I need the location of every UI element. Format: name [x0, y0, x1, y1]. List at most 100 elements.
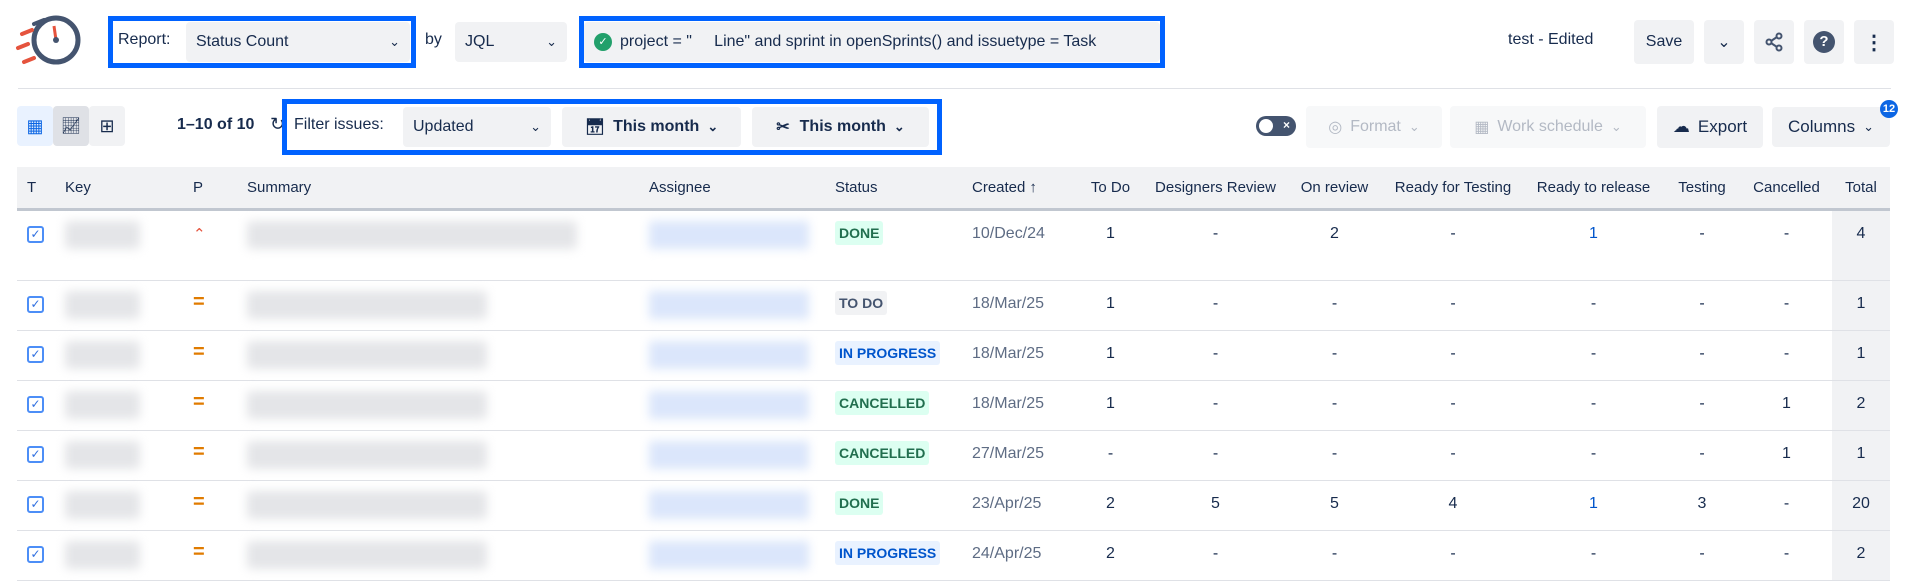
status-count-cell[interactable]: -: [1144, 530, 1287, 581]
updated-date-range-button[interactable]: ✂︎ This month ⌄: [752, 107, 929, 147]
export-button[interactable]: ☁︎ Export: [1657, 106, 1763, 148]
status-count-cell[interactable]: -: [1741, 280, 1832, 331]
column-header-assignee[interactable]: Assignee: [639, 167, 825, 211]
status-count-cell[interactable]: -: [1663, 380, 1741, 431]
status-count-cell[interactable]: -: [1382, 209, 1524, 281]
status-count-cell[interactable]: -: [1287, 380, 1382, 431]
status-count-cell[interactable]: -: [1663, 209, 1741, 281]
status-count-cell[interactable]: 1: [1741, 380, 1832, 431]
column-header-on-review[interactable]: On review: [1287, 167, 1382, 211]
status-count-cell[interactable]: -: [1144, 280, 1287, 331]
table-row[interactable]: ✓ = IN PROGRESS 18/Mar/25 1- - - - - -1: [17, 330, 1890, 381]
table-row[interactable]: ✓ = CANCELLED 18/Mar/25 1- - - - -1 2: [17, 380, 1890, 431]
status-count-cell[interactable]: -: [1287, 530, 1382, 581]
status-count-cell[interactable]: -: [1524, 280, 1663, 331]
status-count-cell[interactable]: -: [1663, 330, 1741, 381]
assignee-cell[interactable]: [639, 209, 825, 281]
assignee-cell[interactable]: [639, 480, 825, 531]
status-count-cell[interactable]: -: [1741, 480, 1832, 531]
filter-field-select[interactable]: Updated ⌄: [403, 107, 551, 147]
assignee-cell[interactable]: [639, 430, 825, 481]
chart-view-button[interactable]: 📈︎: [53, 106, 89, 146]
status-count-cell[interactable]: -: [1524, 380, 1663, 431]
status-count-cell[interactable]: -: [1077, 430, 1144, 481]
assignee-cell[interactable]: [639, 380, 825, 431]
more-button[interactable]: ⋮: [1854, 20, 1894, 64]
share-button[interactable]: [1754, 20, 1794, 64]
status-count-cell[interactable]: -: [1382, 380, 1524, 431]
status-count-cell[interactable]: 1: [1524, 209, 1663, 281]
status-count-cell[interactable]: -: [1741, 209, 1832, 281]
column-header-created[interactable]: Created ↑: [962, 167, 1077, 211]
report-select[interactable]: Status Count ⌄: [186, 22, 410, 62]
column-header-cancelled[interactable]: Cancelled: [1741, 167, 1832, 211]
work-schedule-button[interactable]: ▦ Work schedule ⌄: [1450, 106, 1646, 148]
sort-ascending-icon[interactable]: ↑: [1029, 179, 1037, 196]
created-date-range-button[interactable]: 📅︎ This month ⌄: [562, 107, 741, 147]
key-cell[interactable]: [55, 330, 183, 381]
table-row[interactable]: ✓ = IN PROGRESS 24/Apr/25 2- - - - - -2: [17, 530, 1890, 581]
save-button[interactable]: Save: [1634, 20, 1694, 64]
column-header-total[interactable]: Total: [1832, 167, 1890, 211]
key-cell[interactable]: [55, 209, 183, 281]
summary-cell[interactable]: [237, 330, 639, 381]
status-count-cell[interactable]: -: [1144, 380, 1287, 431]
status-count-cell[interactable]: 1: [1077, 280, 1144, 331]
summary-cell[interactable]: [237, 280, 639, 331]
pivot-view-button[interactable]: ⊞: [89, 106, 125, 146]
column-header-ready-to-release[interactable]: Ready to release: [1524, 167, 1663, 211]
summary-cell[interactable]: [237, 530, 639, 581]
status-count-cell[interactable]: 1: [1077, 209, 1144, 281]
column-header-summary[interactable]: Summary: [237, 167, 639, 211]
summary-cell[interactable]: [237, 480, 639, 531]
column-header-p[interactable]: P: [183, 167, 237, 211]
grid-view-button[interactable]: ▦: [17, 106, 53, 146]
key-cell[interactable]: [55, 430, 183, 481]
column-header-to-do[interactable]: To Do: [1077, 167, 1144, 211]
table-row[interactable]: ✓ ⌃ DONE 10/Dec/24 1-2-1- -4: [17, 209, 1890, 281]
status-count-cell[interactable]: -: [1144, 330, 1287, 381]
status-count-cell[interactable]: 2: [1077, 530, 1144, 581]
summary-cell[interactable]: [237, 209, 639, 281]
status-count-cell[interactable]: 3: [1663, 480, 1741, 531]
status-count-cell[interactable]: 1: [1524, 480, 1663, 531]
status-count-cell[interactable]: 1: [1077, 380, 1144, 431]
assignee-cell[interactable]: [639, 330, 825, 381]
status-count-cell[interactable]: 5: [1144, 480, 1287, 531]
status-count-cell[interactable]: -: [1144, 209, 1287, 281]
columns-button[interactable]: Columns ⌄: [1772, 107, 1890, 147]
status-count-cell[interactable]: -: [1382, 430, 1524, 481]
status-count-cell[interactable]: 1: [1077, 330, 1144, 381]
table-row[interactable]: ✓ = DONE 23/Apr/25 2 5 5 4 1 3-20: [17, 480, 1890, 531]
status-count-cell[interactable]: -: [1144, 430, 1287, 481]
status-count-cell[interactable]: 5: [1287, 480, 1382, 531]
toggle-switch[interactable]: ×: [1256, 116, 1296, 136]
status-count-cell[interactable]: -: [1524, 330, 1663, 381]
status-count-cell[interactable]: -: [1741, 330, 1832, 381]
summary-cell[interactable]: [237, 430, 639, 481]
status-count-cell[interactable]: -: [1382, 330, 1524, 381]
key-cell[interactable]: [55, 380, 183, 431]
format-button[interactable]: ◎ Format ⌄: [1306, 106, 1442, 148]
jql-input[interactable]: ✓ project = " Line" and sprint in openSpr…: [584, 22, 1160, 62]
status-count-cell[interactable]: 2: [1287, 209, 1382, 281]
status-count-cell[interactable]: 1: [1741, 430, 1832, 481]
key-cell[interactable]: [55, 530, 183, 581]
assignee-cell[interactable]: [639, 280, 825, 331]
column-header-status[interactable]: Status: [825, 167, 962, 211]
table-row[interactable]: ✓ = TO DO 18/Mar/25 1- - - - - -1: [17, 280, 1890, 331]
status-count-cell[interactable]: -: [1663, 280, 1741, 331]
status-count-cell[interactable]: -: [1382, 280, 1524, 331]
status-count-cell[interactable]: -: [1382, 530, 1524, 581]
column-header-ready-for-testing[interactable]: Ready for Testing: [1382, 167, 1524, 211]
help-button[interactable]: ?: [1804, 20, 1844, 64]
column-header-testing[interactable]: Testing: [1663, 167, 1741, 211]
status-count-cell[interactable]: -: [1663, 430, 1741, 481]
table-row[interactable]: ✓ = CANCELLED 27/Mar/25- - - - - -1 1: [17, 430, 1890, 481]
status-count-cell[interactable]: -: [1287, 280, 1382, 331]
status-count-cell[interactable]: 4: [1382, 480, 1524, 531]
column-header-t[interactable]: T: [17, 167, 55, 211]
column-header-designers-review[interactable]: Designers Review: [1144, 167, 1287, 211]
summary-cell[interactable]: [237, 380, 639, 431]
status-count-cell[interactable]: -: [1741, 530, 1832, 581]
